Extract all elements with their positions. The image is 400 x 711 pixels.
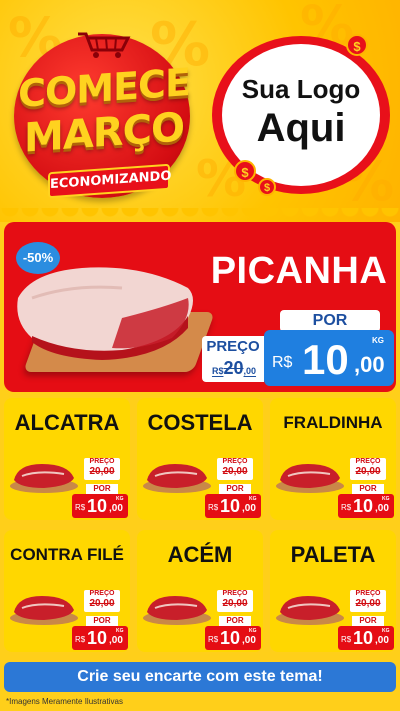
old-price-label: PREÇO: [355, 590, 381, 597]
product-name: CONTRA FILÉ: [10, 545, 124, 564]
price-decimal: ,00: [109, 503, 123, 514]
price-unit: KG: [116, 628, 124, 634]
product-card[interactable]: FRALDINHA PREÇO 20,00 POR R$ 10 ,00 KG: [270, 398, 396, 520]
product-name: PALETA: [290, 542, 376, 567]
price-decimal: ,00: [354, 352, 385, 377]
old-price-label: PREÇO: [222, 458, 248, 465]
price-decimal: ,00: [375, 635, 389, 646]
coin-icon: $: [346, 34, 368, 56]
header-banner: % % % % % COMECE MARÇO ECONOMIZANDO Sua …: [0, 0, 400, 222]
shopping-cart-icon: [78, 32, 131, 58]
price-currency: R$: [208, 503, 219, 512]
old-price-tag: PREÇO 20,00: [350, 458, 386, 480]
logo-placeholder-line2: Aqui: [256, 106, 346, 150]
featured-product-name: PICANHA: [210, 250, 388, 292]
new-price-box: R$ 10 ,00 KG: [264, 330, 394, 386]
price-unit: KG: [382, 496, 390, 502]
price-integer: 10: [87, 496, 108, 516]
old-price-tag: PREÇO 20,00: [217, 590, 253, 612]
old-price-currency: R$: [211, 366, 224, 376]
old-price-value: 20,00: [89, 466, 115, 477]
meat-image: [276, 596, 344, 625]
price-currency: R$: [75, 503, 86, 512]
scalloped-edge: [0, 208, 400, 222]
new-price-box: R$ 10 ,00 KG: [72, 494, 128, 518]
new-price-label: POR: [86, 616, 118, 626]
disclaimer-text: *Imagens Meramente Ilustrativas: [6, 697, 123, 706]
price-unit: KG: [372, 336, 384, 345]
product-name: ACÉM: [167, 542, 233, 567]
price-integer: 10: [220, 628, 241, 648]
old-price-tag: PREÇO R$20,00: [202, 336, 264, 382]
price-unit: KG: [382, 628, 390, 634]
meat-image: [276, 464, 344, 493]
product-card[interactable]: COSTELA PREÇO 20,00 POR R$ 10 ,00 KG: [137, 398, 263, 520]
meat-image: [143, 596, 211, 625]
old-price-integer: 20: [223, 358, 244, 378]
new-price-label: POR: [352, 616, 384, 626]
new-price-box: R$ 10 ,00 KG: [205, 626, 261, 650]
price-currency: R$: [208, 635, 219, 644]
product-card[interactable]: ALCATRA PREÇO 20,00 POR R$ 10 ,00 KG: [4, 398, 130, 520]
coin-icon: $: [258, 178, 276, 196]
new-price-box: R$ 10 ,00 KG: [338, 626, 394, 650]
product-name: FRALDINHA: [283, 413, 383, 432]
old-price-tag: PREÇO 20,00: [350, 590, 386, 612]
new-price-label: POR: [219, 484, 251, 494]
meat-image: [10, 464, 78, 493]
product-card[interactable]: PALETA PREÇO 20,00 POR R$ 10 ,00 KG: [270, 530, 396, 652]
price-decimal: ,00: [375, 503, 389, 514]
product-name: ALCATRA: [14, 410, 120, 435]
price-unit: KG: [249, 496, 257, 502]
new-price-label: POR: [219, 616, 251, 626]
old-price-tag: PREÇO 20,00: [217, 458, 253, 480]
price-integer: 10: [302, 336, 349, 383]
old-price-value: 20,00: [222, 466, 248, 477]
new-price-box: R$ 10 ,00 KG: [72, 626, 128, 650]
old-price-label: PREÇO: [206, 338, 260, 355]
old-price-value: R$20,00: [204, 358, 264, 379]
new-price-box: R$ 10 ,00 KG: [205, 494, 261, 518]
create-flyer-button[interactable]: Crie seu encarte com este tema!: [4, 662, 396, 692]
new-price-box: R$ 10 ,00 KG: [338, 494, 394, 518]
old-price-tag: PREÇO 20,00: [84, 590, 120, 612]
price-decimal: ,00: [242, 503, 256, 514]
product-card[interactable]: CONTRA FILÉ PREÇO 20,00 POR R$ 10 ,00 KG: [4, 530, 130, 652]
featured-product-card[interactable]: -50% PICANHA PREÇO R$20,00 POR R$ 10 ,00…: [4, 222, 396, 392]
price-unit: KG: [249, 628, 257, 634]
new-price-label: POR: [86, 484, 118, 494]
price-decimal: ,00: [109, 635, 123, 646]
price-integer: 10: [220, 496, 241, 516]
price-currency: R$: [341, 503, 352, 512]
price-unit: KG: [116, 496, 124, 502]
new-price-label: POR: [352, 484, 384, 494]
price-currency: R$: [75, 635, 86, 644]
old-price-label: PREÇO: [89, 590, 115, 597]
price-integer: 10: [353, 496, 374, 516]
old-price-label: PREÇO: [222, 590, 248, 597]
old-price-label: PREÇO: [89, 458, 115, 465]
meat-image: [10, 596, 78, 625]
old-price-value: 20,00: [89, 598, 115, 609]
logo-placeholder-line1: Sua Logo: [241, 74, 361, 104]
product-card[interactable]: ACÉM PREÇO 20,00 POR R$ 10 ,00 KG: [137, 530, 263, 652]
price-decimal: ,00: [242, 635, 256, 646]
old-price-value: 20,00: [355, 466, 381, 477]
old-price-value: 20,00: [222, 598, 248, 609]
price-currency: R$: [272, 354, 293, 371]
price-integer: 10: [87, 628, 108, 648]
coin-icon: $: [234, 160, 256, 182]
new-price-label: POR: [280, 310, 380, 332]
old-price-value: 20,00: [355, 598, 381, 609]
product-name: COSTELA: [147, 410, 253, 435]
old-price-label: PREÇO: [355, 458, 381, 465]
price-currency: R$: [341, 635, 352, 644]
discount-badge: -50%: [16, 242, 60, 274]
meat-image: [143, 464, 211, 493]
old-price-tag: PREÇO 20,00: [84, 458, 120, 480]
price-integer: 10: [353, 628, 374, 648]
campaign-logo: COMECE MARÇO ECONOMIZANDO: [14, 28, 194, 199]
old-price-decimal: ,00: [243, 366, 257, 376]
